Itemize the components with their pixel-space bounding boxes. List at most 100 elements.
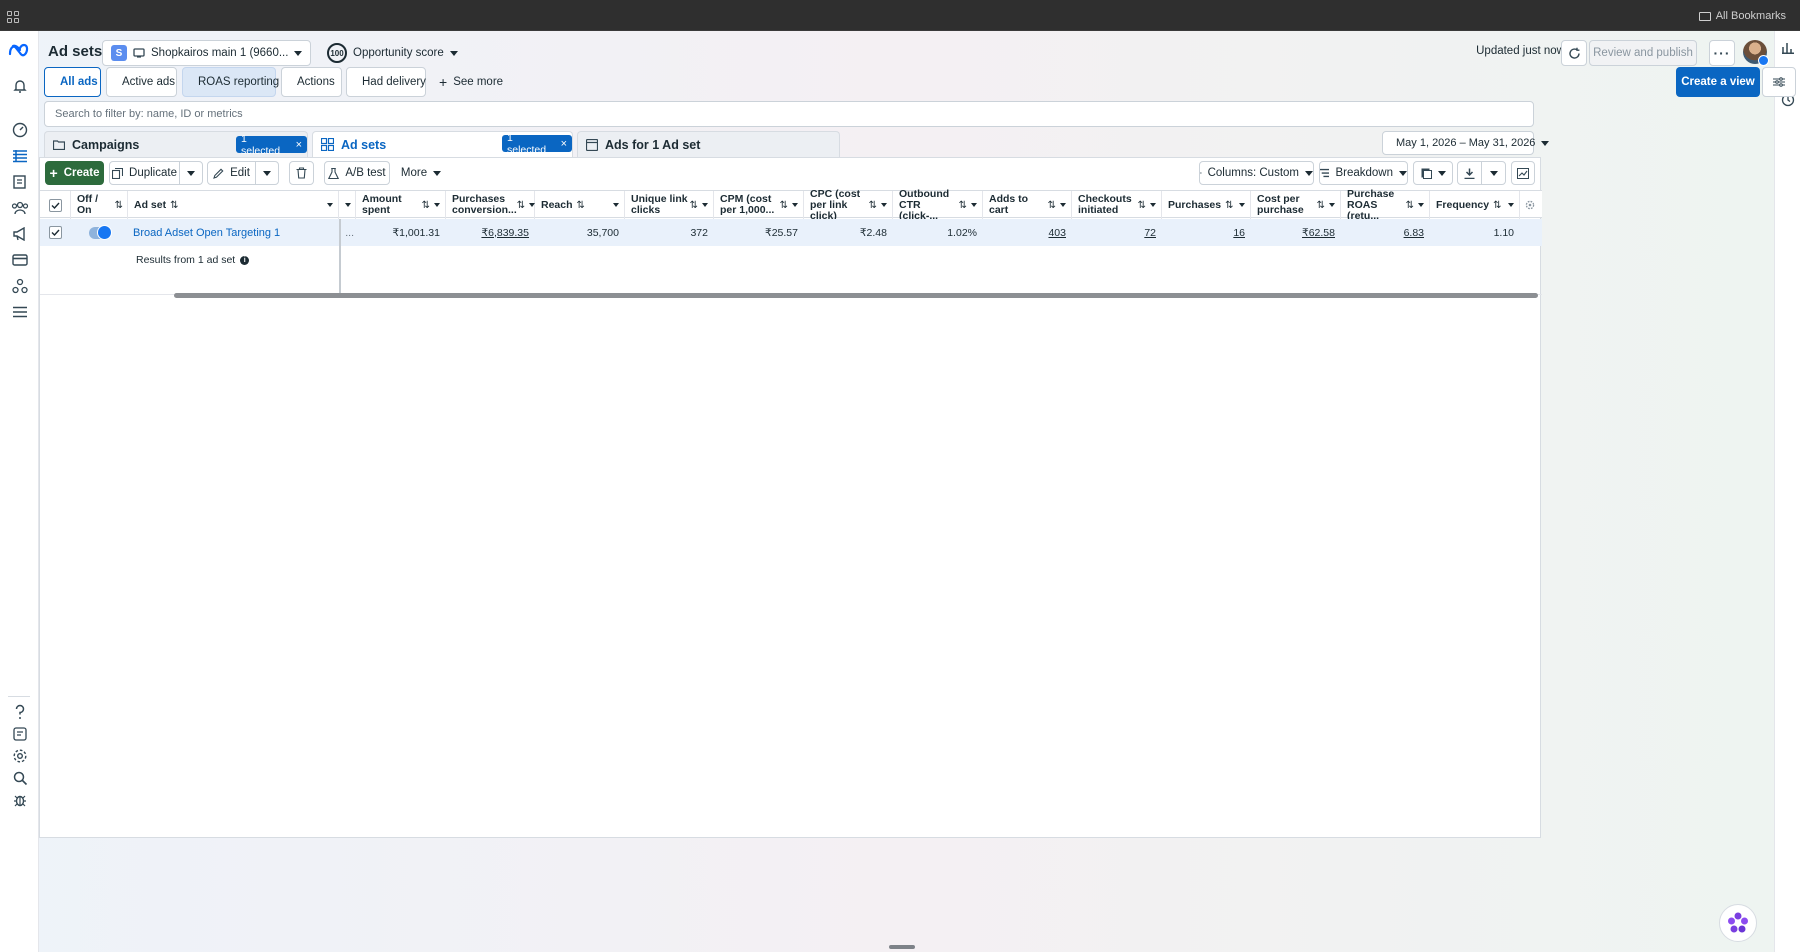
purchase-roas-cell[interactable]: 6.83	[1341, 219, 1430, 246]
chevron-down-icon[interactable]	[345, 203, 351, 207]
ad-set-name-link[interactable]: Broad Adset Open Targeting 1	[128, 219, 339, 246]
chevron-down-icon[interactable]	[1418, 203, 1424, 207]
column-header-purchases[interactable]: Purchases ⇅	[1162, 191, 1251, 219]
table-row[interactable]: Broad Adset Open Targeting 1 ... ₹1,001.…	[40, 219, 1542, 246]
adds-to-cart-cell[interactable]: 403	[983, 219, 1072, 246]
checkbox[interactable]	[49, 226, 62, 239]
column-header-cpm[interactable]: CPM (cost per 1,000... ⇅	[714, 191, 804, 219]
sort-icon[interactable]: ⇅	[690, 200, 698, 211]
sort-icon[interactable]: ⇅	[1225, 200, 1233, 211]
horizontal-scrollbar[interactable]	[174, 293, 1538, 298]
chevron-down-icon[interactable]	[792, 203, 798, 207]
sort-icon[interactable]: ⇅	[780, 200, 788, 211]
close-icon[interactable]: ×	[561, 138, 567, 150]
search-icon[interactable]	[11, 769, 29, 787]
campaigns-selected-chip[interactable]: 1 selected ×	[236, 133, 307, 157]
column-header-amount-spent[interactable]: Amount spent ⇅	[356, 191, 446, 219]
ai-assistant-button[interactable]	[1719, 904, 1757, 942]
column-header-purchase-roas[interactable]: Purchase ROAS (retu... ⇅	[1341, 188, 1430, 221]
more-options-button[interactable]: ···	[1709, 40, 1735, 66]
audiences-icon[interactable]	[11, 199, 29, 217]
gear-icon[interactable]	[1525, 200, 1535, 210]
column-header-unique-link-clicks[interactable]: Unique link clicks ⇅	[625, 191, 714, 219]
more-button[interactable]: More	[398, 161, 444, 185]
meta-logo-icon[interactable]	[8, 43, 32, 57]
account-selector[interactable]: S Shopkairos main 1 (9660...	[102, 40, 311, 66]
chevron-down-icon[interactable]	[327, 203, 333, 207]
notifications-icon[interactable]	[11, 77, 29, 95]
column-header-purchases-conversion[interactable]: Purchases conversion... ⇅	[446, 191, 536, 219]
tab-campaigns[interactable]: Campaigns 1 selected ×	[44, 131, 308, 157]
tab-ads[interactable]: Ads for 1 Ad set	[577, 131, 840, 157]
search-input[interactable]: Search to filter by: name, ID or metrics	[44, 101, 1534, 127]
review-and-publish-button[interactable]: Review and publish	[1589, 40, 1697, 66]
sort-icon[interactable]: ⇅	[115, 200, 123, 211]
sort-icon[interactable]: ⇅	[1138, 200, 1146, 211]
all-bookmarks-button[interactable]: All Bookmarks	[1698, 10, 1786, 22]
sort-icon[interactable]: ⇅	[1048, 200, 1056, 211]
sort-icon[interactable]: ⇅	[577, 200, 585, 211]
panel-resize-handle[interactable]	[889, 945, 915, 949]
purchases-cell[interactable]: 16	[1162, 219, 1251, 246]
column-header-off-on[interactable]: Off / On ⇅	[71, 191, 128, 219]
tab-see-more[interactable]: + See more	[430, 67, 503, 97]
chevron-down-icon[interactable]	[1150, 203, 1156, 207]
chevron-down-icon[interactable]	[881, 203, 887, 207]
settings-gear-icon[interactable]	[11, 747, 29, 765]
sort-icon[interactable]: ⇅	[959, 200, 967, 211]
apps-grid-icon[interactable]	[7, 11, 19, 23]
avatar[interactable]	[1743, 40, 1769, 66]
create-view-button[interactable]: Create a view	[1676, 67, 1760, 97]
billing-card-icon[interactable]	[11, 251, 29, 269]
column-header-adds-to-cart[interactable]: Adds to cart ⇅	[983, 191, 1072, 219]
delivery-toggle[interactable]	[88, 224, 112, 240]
column-header-reach[interactable]: Reach ⇅	[535, 191, 625, 219]
chevron-down-icon[interactable]	[434, 203, 440, 207]
help-icon[interactable]	[11, 703, 29, 721]
export-dropdown[interactable]	[1481, 161, 1506, 185]
advertising-megaphone-icon[interactable]	[11, 225, 29, 243]
close-icon[interactable]: ×	[296, 139, 302, 151]
tab-active-ads[interactable]: Active ads	[106, 67, 177, 97]
edit-button[interactable]: Edit	[207, 161, 256, 185]
bug-report-icon[interactable]	[11, 791, 29, 809]
charts-button[interactable]	[1511, 161, 1535, 185]
opportunity-score-button[interactable]: 100 Opportunity score	[327, 40, 458, 66]
column-header-cost-per-purchase[interactable]: Cost per purchase ⇅	[1251, 191, 1341, 219]
column-header-frequency[interactable]: Frequency ⇅	[1430, 191, 1520, 219]
checkbox[interactable]	[48, 198, 62, 212]
info-icon[interactable]: i	[240, 255, 250, 265]
tab-all-ads[interactable]: All ads	[44, 67, 101, 97]
duplicate-dropdown[interactable]	[179, 161, 203, 185]
create-button[interactable]: + Create	[45, 161, 104, 185]
export-button[interactable]	[1457, 161, 1482, 185]
delivery-toggle-cell[interactable]	[71, 219, 128, 246]
column-settings[interactable]	[1520, 191, 1542, 219]
reports-dropdown[interactable]	[1413, 161, 1453, 185]
sort-icon[interactable]: ⇅	[517, 200, 525, 211]
sort-icon[interactable]: ⇅	[869, 200, 877, 211]
sort-icon[interactable]: ⇅	[1317, 200, 1325, 211]
duplicate-button[interactable]: Duplicate	[109, 161, 180, 185]
bar-chart-icon[interactable]	[1781, 40, 1795, 54]
sort-icon[interactable]: ⇅	[170, 200, 178, 211]
ab-test-button[interactable]: A/B test	[324, 161, 390, 185]
sort-icon[interactable]: ⇅	[1493, 200, 1501, 211]
dashboard-icon[interactable]	[11, 121, 29, 139]
feedback-icon[interactable]	[11, 725, 29, 743]
tab-had-delivery[interactable]: Had delivery	[346, 67, 426, 97]
chevron-down-icon[interactable]	[1239, 203, 1245, 207]
column-header-checkouts-initiated[interactable]: Checkouts initiated ⇅	[1072, 191, 1162, 219]
tab-ad-sets[interactable]: Ad sets 1 selected ×	[312, 131, 573, 157]
column-header-outbound-ctr[interactable]: Outbound CTR (click-... ⇅	[893, 188, 983, 221]
chevron-down-icon[interactable]	[702, 203, 708, 207]
refresh-button[interactable]	[1561, 40, 1587, 66]
edit-dropdown[interactable]	[255, 161, 279, 185]
ad-sets-selected-chip[interactable]: 1 selected ×	[502, 132, 572, 156]
chevron-down-icon[interactable]	[1329, 203, 1335, 207]
business-tools-icon[interactable]	[11, 277, 29, 295]
view-settings-button[interactable]	[1762, 67, 1796, 97]
chevron-down-icon[interactable]	[1060, 203, 1066, 207]
checkouts-initiated-cell[interactable]: 72	[1072, 219, 1162, 246]
cost-per-purchase-cell[interactable]: ₹62.58	[1251, 219, 1341, 246]
